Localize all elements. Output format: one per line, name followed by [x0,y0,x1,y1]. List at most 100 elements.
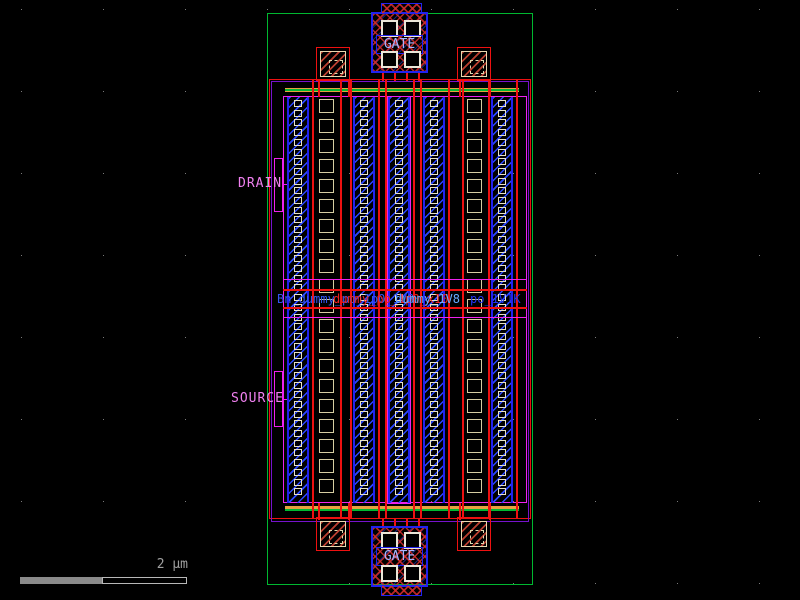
substrate-contact-pad[interactable] [457,517,491,551]
contact-cut [395,401,403,408]
gate-top-label[interactable]: GATE [373,37,426,52]
contact-cut [430,197,438,204]
contact-cut [430,323,438,330]
gate-bottom-label[interactable]: GATE [373,549,426,564]
contact-cut [294,479,302,486]
substrate-contact-pad[interactable] [457,47,491,81]
substrate-pad-hatch [461,51,487,77]
diffusion-contact [319,419,334,433]
grid-dot [103,9,104,10]
contact-cut [498,100,506,107]
substrate-contact-pad[interactable] [316,47,350,81]
contact-cut [498,207,506,214]
diffusion-contact [467,139,482,153]
contact-cut [430,352,438,359]
contact-cut [294,411,302,418]
contact-cut [360,255,368,262]
grid-dot [677,9,678,10]
contact-cut [498,362,506,369]
contact-cut [498,449,506,456]
contact-cut [498,323,506,330]
contact-cut [498,110,506,117]
contact-cut [360,333,368,340]
source-label[interactable]: SOURCE [231,392,284,406]
diffusion-contact [319,179,334,193]
contact-cut [360,149,368,156]
contact-cut [395,479,403,486]
grid-dot [21,419,22,420]
net-label[interactable]: po_1V1K [470,292,521,306]
poly-mid-line [283,307,527,309]
contact-cut [294,323,302,330]
diffusion-contact [319,99,334,113]
diffusion-contact [319,139,334,153]
gate-pad-top[interactable]: GATE [371,12,428,73]
via-square [381,565,398,582]
grid-dot [677,91,678,92]
substrate-pad-contact [470,530,484,544]
contact-cut [498,333,506,340]
diffusion-contact [319,319,334,333]
poly-stub-top [382,73,384,81]
diffusion-contact [467,239,482,253]
layout-canvas[interactable]: Bn_dummy_po_1p0_1V8dummy_po_1p0_x10dummy… [0,0,800,600]
grid-dot [759,501,760,502]
contact-cut [395,411,403,418]
grid-dot [759,173,760,174]
contact-cut [360,343,368,350]
contact-cut [430,343,438,350]
contact-cut [294,226,302,233]
contact-cut [395,226,403,233]
grid-dot [349,9,350,10]
contact-cut [294,119,302,126]
contact-cut [294,449,302,456]
diffusion-contact [467,259,482,273]
contact-cut [498,226,506,233]
diffusion-contact [467,199,482,213]
grid-dot [595,255,596,256]
contact-cut [294,158,302,165]
contact-cut [294,362,302,369]
drain-label[interactable]: DRAIN [238,177,282,191]
contact-cut [395,100,403,107]
contact-cut [294,401,302,408]
grid-dot [267,9,268,10]
contact-cut [498,197,506,204]
grid-dot [595,91,596,92]
contact-cut [430,139,438,146]
contact-cut [498,158,506,165]
grid-dot [103,419,104,420]
contact-cut [395,158,403,165]
contact-cut [430,401,438,408]
net-label[interactable]: dummy_1V8 [395,292,460,306]
contact-cut [395,391,403,398]
contact-cut [395,207,403,214]
contact-cut [430,255,438,262]
contact-cut [498,430,506,437]
substrate-contact-pad[interactable] [316,517,350,551]
diffusion-contact [467,319,482,333]
contact-cut [498,168,506,175]
grid-dot [759,419,760,420]
diffusion-contact [467,379,482,393]
contact-cut [395,129,403,136]
contact-cut [395,449,403,456]
gate-pad-bottom[interactable]: GATE [371,526,428,587]
contact-cut [294,459,302,466]
diffusion-contact [319,199,334,213]
contact-cut [294,469,302,476]
contact-cut [294,420,302,427]
contact-cut [294,440,302,447]
contact-cut [294,372,302,379]
grid-dot [185,419,186,420]
diffusion-contact [467,459,482,473]
pad-stub-top [348,79,350,97]
contact-cut [360,440,368,447]
grid-dot [595,173,596,174]
contact-cut [498,420,506,427]
pad-stub-top [459,79,461,97]
substrate-pad-hatch [320,51,346,77]
contact-cut [395,178,403,185]
diffusion-contact [319,239,334,253]
contact-cut [430,420,438,427]
